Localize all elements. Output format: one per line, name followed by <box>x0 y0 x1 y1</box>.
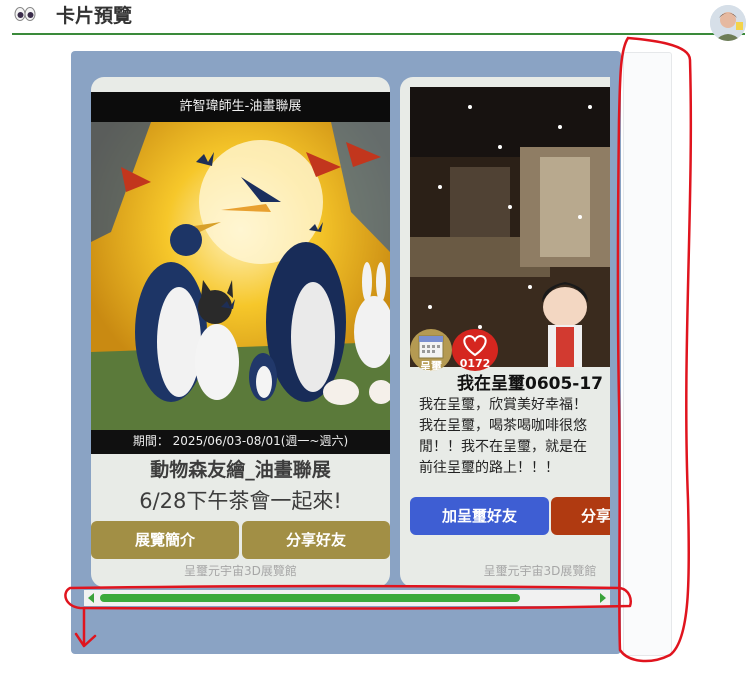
exhibition-card: 許智瑋師生-油畫聯展 期間： 2025/06/03-08/01(週一~週六) 動… <box>91 77 390 587</box>
scroll-left-arrow-icon[interactable] <box>88 593 94 603</box>
share-button[interactable]: 分享 <box>551 497 610 535</box>
exhibition-intro-button[interactable]: 展覽簡介 <box>91 521 239 559</box>
card-footer: 呈璽元宇宙3D展覽館 <box>184 564 297 578</box>
add-friend-button[interactable]: 加呈璽好友 <box>410 497 549 535</box>
card-body: 我在呈璽，欣賞美好幸福！ 我在呈璽，喝茶喝咖啡很悠 閒！！我不在呈璽，就是在 前… <box>419 395 610 479</box>
page-title: 卡片預覽 <box>56 5 133 27</box>
scroll-right-arrow-icon[interactable] <box>600 593 606 603</box>
poster-period: 期間： 2025/06/03-08/01(週一~週六) <box>91 430 390 454</box>
card-body-line: 前往呈璽的路上！！！ <box>419 460 559 476</box>
card-carousel[interactable]: 許智瑋師生-油畫聯展 期間： 2025/06/03-08/01(週一~週六) 動… <box>71 51 621 654</box>
card-title: 動物森友繪_油畫聯展 <box>150 459 331 481</box>
scroll-track[interactable] <box>100 594 594 602</box>
share-friends-button[interactable]: 分享好友 <box>242 521 390 559</box>
event-photo <box>410 87 610 367</box>
card-title: 我在呈璽0605-17 <box>456 374 604 394</box>
horizontal-scrollbar[interactable] <box>84 590 610 606</box>
card-body-line: 我在呈璽，欣賞美好幸福！ <box>419 397 587 413</box>
event-card: 呈璽 0172 我在呈璽0605-17 我在呈璽，欣賞美好幸福！ 我在呈璽，喝茶… <box>400 77 610 587</box>
poster-heading: 許智瑋師生-油畫聯展 <box>91 92 390 122</box>
heart-icon <box>463 334 487 357</box>
side-panel <box>623 52 672 656</box>
like-badge[interactable]: 0172 <box>452 329 498 371</box>
avatar[interactable] <box>710 5 746 41</box>
exhibition-poster: 許智瑋師生-油畫聯展 期間： 2025/06/03-08/01(週一~週六) <box>91 92 390 454</box>
scroll-thumb[interactable] <box>100 594 520 602</box>
preview-header: 卡片預覽 <box>12 0 745 34</box>
card-subtitle: 6/28下午茶會一起來! <box>139 489 342 513</box>
poster-illustration <box>91 122 390 430</box>
calendar-icon[interactable]: 呈璽 <box>410 329 452 371</box>
eyes-icon <box>14 7 36 21</box>
card-footer: 呈璽元宇宙3D展覽館 <box>483 564 597 578</box>
card-body-line: 我在呈璽，喝茶喝咖啡很悠 <box>419 418 587 434</box>
header-divider <box>12 33 745 35</box>
card-body-line: 閒！！我不在呈璽，就是在 <box>419 439 587 455</box>
